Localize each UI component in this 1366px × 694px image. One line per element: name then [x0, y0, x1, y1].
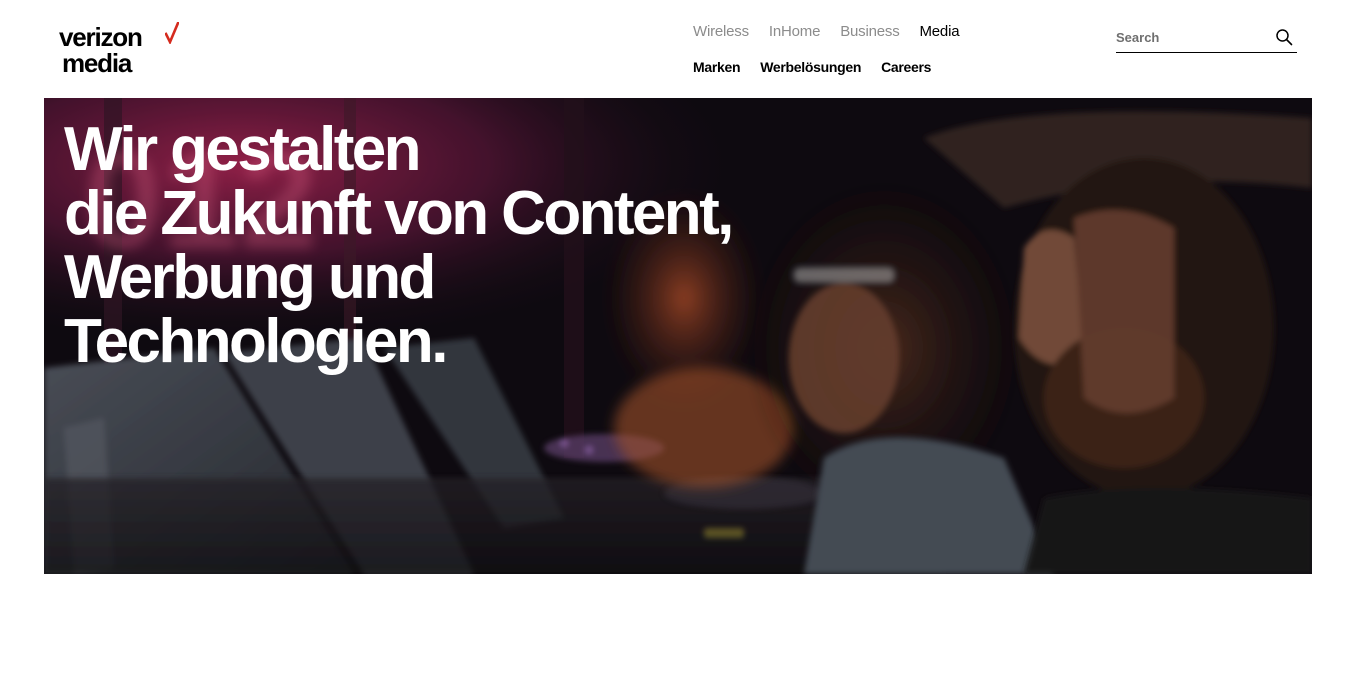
hero-headline-line: Wir gestalten [64, 115, 422, 184]
subnav-link-marken[interactable]: Marken [693, 59, 741, 76]
nav-link-media[interactable]: Media [920, 23, 960, 41]
search-button[interactable] [1275, 28, 1293, 46]
site-header: verizon media Wireless InHome Business M… [0, 0, 1366, 98]
search-input[interactable] [1116, 26, 1266, 48]
hero-headline-line: die Zukunft von Content, [64, 179, 734, 248]
nav-link-inhome[interactable]: InHome [769, 23, 821, 41]
verizon-media-logo[interactable]: verizon media [59, 22, 189, 78]
top-navigation: Wireless InHome Business Media [693, 23, 960, 41]
sub-navigation: Marken Werbelösungen Careers [693, 59, 931, 76]
logo-word-verizon: verizon [59, 22, 143, 52]
search-icon [1276, 29, 1293, 46]
hero-headline-line: Technologien. [64, 307, 448, 376]
subnav-link-werbeloesungen[interactable]: Werbelösungen [760, 59, 861, 76]
hero-banner: 012 Wir gestalten die Zukunft von Conten… [44, 98, 1312, 574]
hero-headline-line: Werbung und [64, 243, 436, 312]
logo-word-media: media [62, 48, 132, 78]
subnav-link-careers[interactable]: Careers [881, 59, 931, 76]
hero-headline: Wir gestalten die Zukunft von Content, W… [64, 118, 964, 374]
nav-link-wireless[interactable]: Wireless [693, 23, 749, 41]
checkmark-icon [165, 22, 179, 44]
search-box [1116, 24, 1297, 53]
nav-link-business[interactable]: Business [840, 23, 899, 41]
